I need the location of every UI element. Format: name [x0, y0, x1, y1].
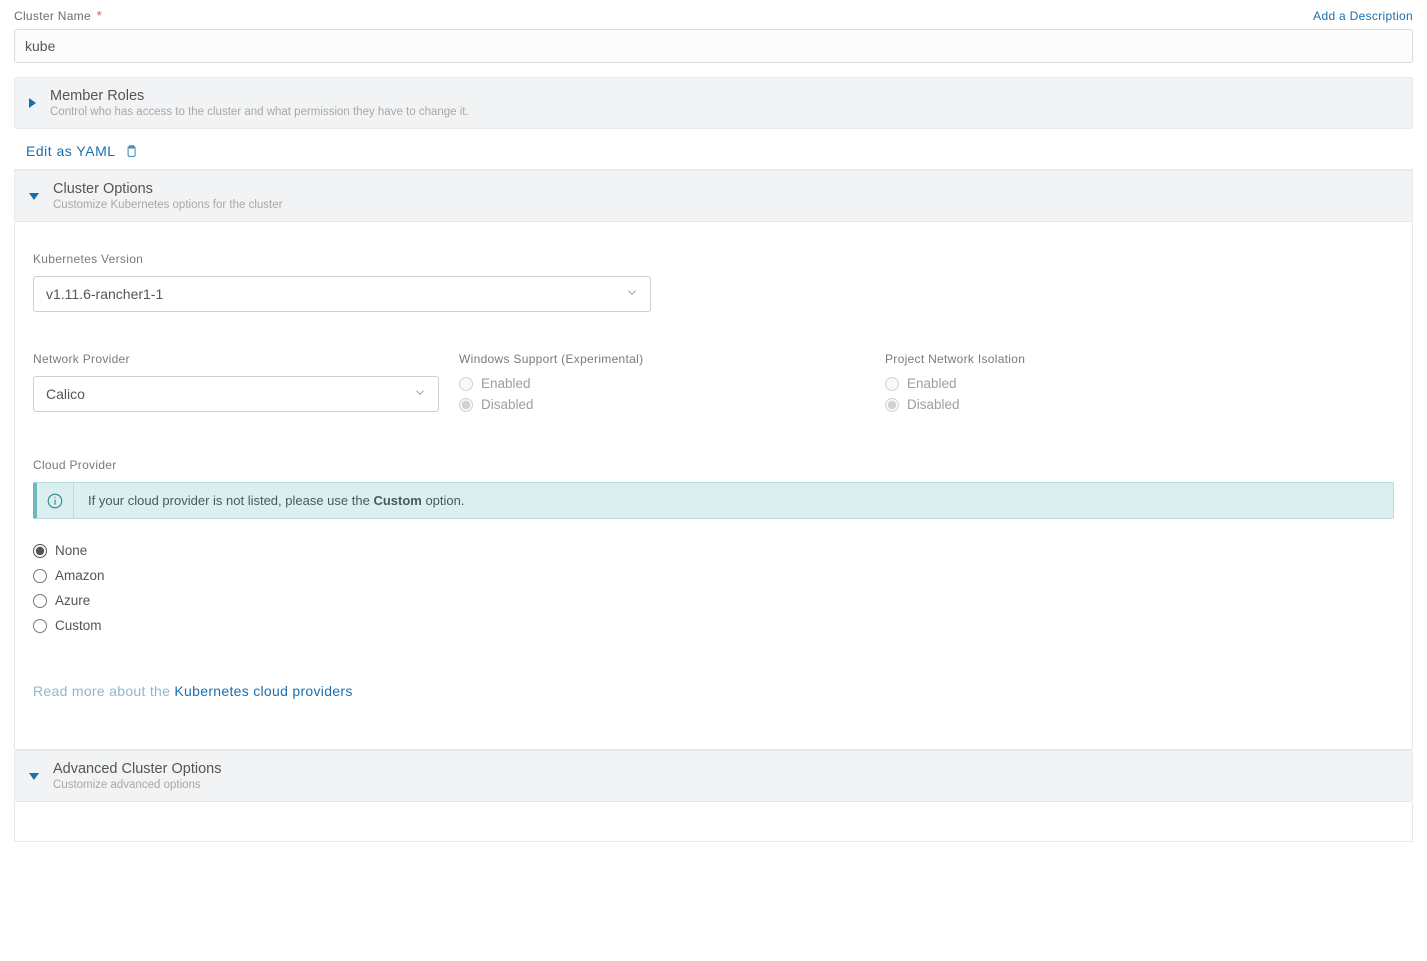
chevron-down-icon	[29, 193, 39, 200]
cloud-provider-custom-label: Custom	[55, 618, 102, 633]
banner-text-prefix: If your cloud provider is not listed, pl…	[88, 493, 373, 508]
cluster-name-input[interactable]	[14, 29, 1413, 63]
network-provider-select[interactable]: Calico	[33, 376, 439, 412]
cloud-provider-label: Cloud Provider	[33, 458, 1394, 472]
cloud-provider-amazon-radio[interactable]	[33, 569, 47, 583]
edit-as-yaml-link[interactable]: Edit as YAML	[26, 143, 138, 159]
cloud-provider-custom-option[interactable]: Custom	[33, 618, 1394, 633]
network-provider-label: Network Provider	[33, 352, 459, 366]
project-isolation-enabled-radio[interactable]	[885, 377, 899, 391]
read-more-row: Read more about the Kubernetes cloud pro…	[33, 683, 1394, 699]
chevron-down-icon	[29, 773, 39, 780]
windows-support-disabled-radio[interactable]	[459, 398, 473, 412]
cloud-provider-amazon-label: Amazon	[55, 568, 105, 583]
windows-support-disabled-label: Disabled	[481, 397, 534, 412]
member-roles-header[interactable]: Member Roles Control who has access to t…	[14, 77, 1413, 129]
chevron-right-icon	[29, 98, 36, 108]
read-more-prefix: Read more about the	[33, 683, 174, 699]
banner-text-suffix: option.	[422, 493, 465, 508]
project-isolation-disabled-label: Disabled	[907, 397, 960, 412]
k8s-cloud-providers-link[interactable]: Kubernetes cloud providers	[174, 683, 352, 699]
cloud-provider-none-radio[interactable]	[33, 544, 47, 558]
project-isolation-enabled-option[interactable]: Enabled	[885, 376, 1394, 391]
cloud-provider-none-option[interactable]: None	[33, 543, 1394, 558]
windows-support-enabled-option[interactable]: Enabled	[459, 376, 885, 391]
cloud-provider-info-banner: If your cloud provider is not listed, pl…	[33, 482, 1394, 519]
advanced-options-header[interactable]: Advanced Cluster Options Customize advan…	[14, 750, 1413, 802]
clipboard-icon	[124, 144, 138, 158]
required-indicator: *	[97, 8, 102, 23]
info-icon	[46, 492, 64, 510]
cloud-provider-none-label: None	[55, 543, 87, 558]
windows-support-label: Windows Support (Experimental)	[459, 352, 885, 366]
project-isolation-disabled-radio[interactable]	[885, 398, 899, 412]
cluster-name-label: Cluster Name	[14, 9, 91, 23]
cluster-options-title: Cluster Options	[53, 181, 282, 197]
advanced-options-subtitle: Customize advanced options	[53, 779, 221, 791]
windows-support-enabled-radio[interactable]	[459, 377, 473, 391]
advanced-options-title: Advanced Cluster Options	[53, 761, 221, 777]
cloud-provider-azure-label: Azure	[55, 593, 90, 608]
cluster-options-header[interactable]: Cluster Options Customize Kubernetes opt…	[14, 170, 1413, 222]
member-roles-title: Member Roles	[50, 88, 469, 104]
k8s-version-label: Kubernetes Version	[33, 252, 1394, 266]
edit-as-yaml-label: Edit as YAML	[26, 143, 116, 159]
member-roles-subtitle: Control who has access to the cluster an…	[50, 106, 469, 118]
project-isolation-enabled-label: Enabled	[907, 376, 957, 391]
cloud-provider-azure-radio[interactable]	[33, 594, 47, 608]
add-description-link[interactable]: Add a Description	[1313, 9, 1413, 23]
k8s-version-select[interactable]: v1.11.6-rancher1-1	[33, 276, 651, 312]
cloud-provider-azure-option[interactable]: Azure	[33, 593, 1394, 608]
banner-text-bold: Custom	[373, 493, 421, 508]
cloud-provider-custom-radio[interactable]	[33, 619, 47, 633]
project-isolation-label: Project Network Isolation	[885, 352, 1394, 366]
windows-support-enabled-label: Enabled	[481, 376, 531, 391]
cloud-provider-amazon-option[interactable]: Amazon	[33, 568, 1394, 583]
project-isolation-disabled-option[interactable]: Disabled	[885, 397, 1394, 412]
cluster-options-body: Kubernetes Version v1.11.6-rancher1-1 Ne…	[14, 222, 1413, 750]
windows-support-disabled-option[interactable]: Disabled	[459, 397, 885, 412]
advanced-options-body	[14, 802, 1413, 842]
cluster-options-subtitle: Customize Kubernetes options for the clu…	[53, 199, 282, 211]
